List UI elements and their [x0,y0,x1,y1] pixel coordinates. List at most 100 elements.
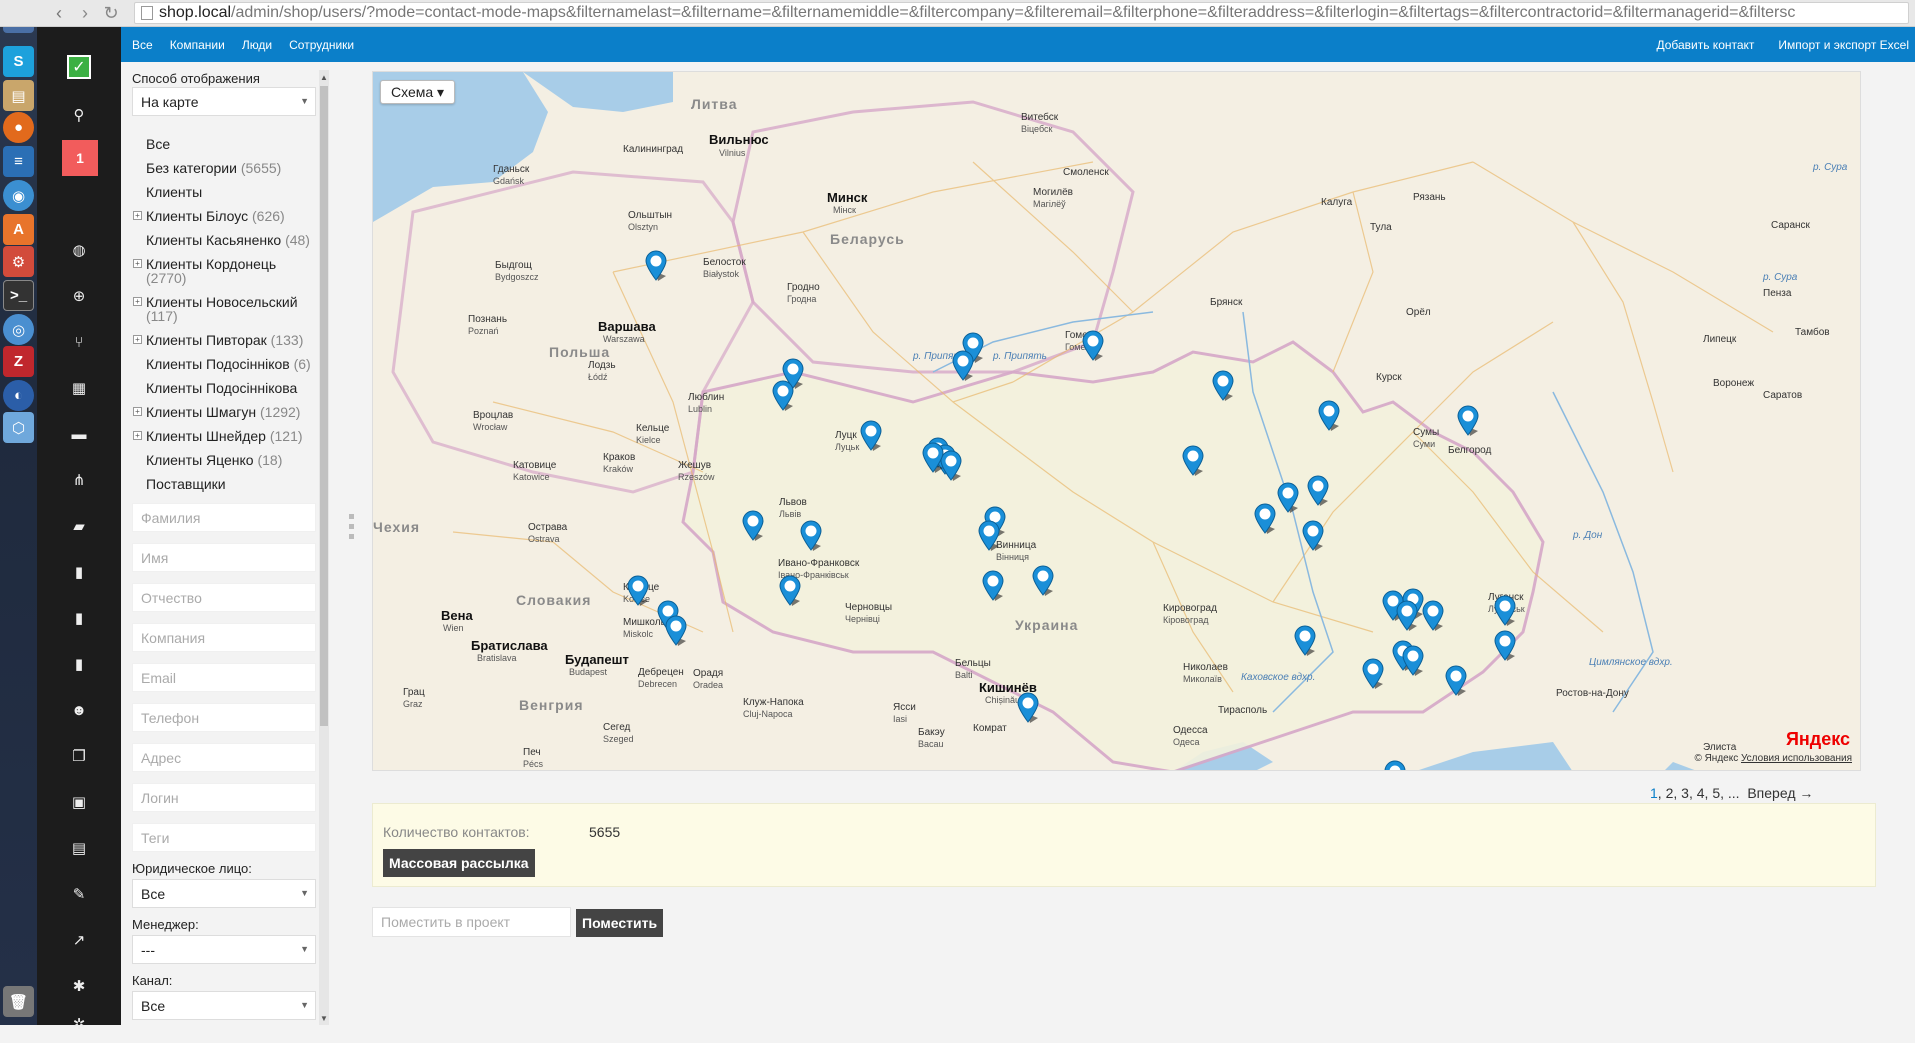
map-marker-icon[interactable] [626,575,650,607]
email-field[interactable]: Email [132,663,316,692]
put-in-project-button[interactable]: Поместить [576,909,664,937]
manager-select[interactable]: --- ▼ [132,935,316,964]
project-input[interactable]: Поместить в проект [372,907,571,937]
map-marker-icon[interactable] [1456,405,1480,437]
gear-icon[interactable]: ✱ [37,967,121,1005]
category-item[interactable]: + Клиенты Шмагун (1292) [132,400,322,424]
search-icon[interactable]: ⚲ [37,96,121,134]
map-marker-icon[interactable] [859,420,883,452]
page-link[interactable]: 5 [1712,785,1720,801]
terms-link[interactable]: Условия использования [1741,753,1852,764]
clipboard-icon[interactable]: ▮ [37,553,121,591]
fork-icon[interactable]: ⑂ [37,323,121,361]
money-icon[interactable]: ▣ [37,783,121,821]
skype-icon[interactable]: S [3,46,34,77]
map-marker-icon[interactable] [1401,645,1425,677]
map-marker-icon[interactable] [1395,600,1419,632]
archive-icon[interactable]: ▤ [3,80,34,111]
firefox-icon[interactable]: ● [3,112,34,143]
category-item[interactable]: + Клиенты Кордонець (2770) [132,252,322,290]
middlename-field[interactable]: Отчество [132,583,316,612]
nav-people[interactable]: Люди [242,38,272,52]
channel-select[interactable]: Все ▼ [132,991,316,1020]
calendar-icon[interactable]: ▦ [37,369,121,407]
terminal-icon[interactable]: >_ [3,280,34,311]
mass-mailing-button[interactable]: Массовая рассылка [383,849,535,877]
expand-icon[interactable]: + [133,407,142,416]
expand-icon[interactable]: + [133,431,142,440]
category-item[interactable]: + Клиенты Пивторак (133) [132,328,322,352]
map-marker-icon[interactable] [1181,445,1205,477]
resize-handle[interactable] [349,514,354,519]
map-marker-icon[interactable] [921,442,945,474]
scrollbar-thumb[interactable] [320,86,328,726]
category-item[interactable]: Поставщики [132,472,322,496]
app-icon[interactable]: ◐ [3,380,34,411]
display-mode-select[interactable]: На карте ▼ [132,87,316,116]
category-item[interactable]: + Клиенты Білоус (626) [132,204,322,228]
map-marker-icon[interactable] [771,380,795,412]
map-marker-icon[interactable] [1081,330,1105,362]
map-marker-icon[interactable] [1493,630,1517,662]
paperclip-icon[interactable]: ✎ [37,875,121,913]
map-type-button[interactable]: Схема ▾ [380,80,456,104]
address-field[interactable]: Адрес [132,743,316,772]
map-marker-icon[interactable] [741,510,765,542]
resize-handle[interactable] [349,534,354,539]
category-item[interactable]: Без категории (5655) [132,156,322,180]
map-marker-icon[interactable] [1211,370,1235,402]
resize-handle[interactable] [349,524,354,529]
map-marker-icon[interactable] [1317,400,1341,432]
users-icon[interactable]: ☻ [37,691,121,729]
category-item[interactable]: Клиенты Подосінніков (6) [132,352,322,376]
map-marker-icon[interactable] [1306,475,1330,507]
filter-scrollbar[interactable]: ▲ ▼ [319,70,329,1025]
category-item[interactable]: Все [132,132,322,156]
map-marker-icon[interactable] [778,575,802,607]
map-marker-icon[interactable] [1276,482,1300,514]
map-marker-icon[interactable] [1253,503,1277,535]
map-marker-icon[interactable] [1421,600,1445,632]
category-item[interactable]: + Клиенты Шнейдер (121) [132,424,322,448]
phone-field[interactable]: Телефон [132,703,316,732]
nav-companies[interactable]: Компании [170,38,225,52]
map-marker-icon[interactable] [1444,665,1468,697]
login-field[interactable]: Логин [132,783,316,812]
scroll-up-icon[interactable]: ▲ [319,72,329,82]
software-center-icon[interactable]: A [3,214,34,245]
forward-icon[interactable]: › [72,2,98,24]
clipboard-icon[interactable]: ▮ [37,599,121,637]
tags-field[interactable]: Теги [132,823,316,852]
map-marker-icon[interactable] [951,350,975,382]
category-item[interactable]: Клиенты Касьяненко (48) [132,228,322,252]
expand-icon[interactable]: + [133,259,142,268]
company-field[interactable]: Компания [132,623,316,652]
page-link[interactable]: 2 [1666,785,1674,801]
page-link[interactable]: 3 [1681,785,1689,801]
map-marker-icon[interactable] [1293,625,1317,657]
expand-icon[interactable]: + [133,335,142,344]
map-marker-icon[interactable] [1493,595,1517,627]
page-link[interactable]: 1 [1650,785,1658,801]
scroll-down-icon[interactable]: ▼ [319,1013,329,1023]
nav-all[interactable]: Все [132,38,153,52]
back-icon[interactable]: ‹ [46,2,72,24]
folder-icon[interactable]: ▰ [37,507,121,545]
checkmark-icon[interactable]: ✓ [67,55,91,79]
chromium-icon[interactable]: ◎ [3,314,34,345]
copy-icon[interactable]: ❐ [37,737,121,775]
box-icon[interactable]: ⬡ [3,412,34,443]
legal-entity-select[interactable]: Все ▼ [132,879,316,908]
sitemap-icon[interactable]: ⋔ [37,461,121,499]
map-marker-icon[interactable] [1031,565,1055,597]
category-item[interactable]: Клиенты Яценко (18) [132,448,322,472]
contacts-map[interactable]: Схема ▾ Литва Беларусь Польша Украина Сл… [372,71,1861,771]
address-bar[interactable]: shop.local/admin/shop/users/?mode=contac… [134,2,1909,24]
document-icon[interactable]: ≡ [3,146,34,177]
thunderbird-icon[interactable]: ◉ [3,180,34,211]
category-item[interactable]: Клиенты Подосіннікова [132,376,322,400]
reload-icon[interactable]: ↻ [98,2,124,24]
chat-icon[interactable]: ▬ [37,415,121,453]
name-field[interactable]: Имя [132,543,316,572]
map-marker-icon[interactable] [981,570,1005,602]
